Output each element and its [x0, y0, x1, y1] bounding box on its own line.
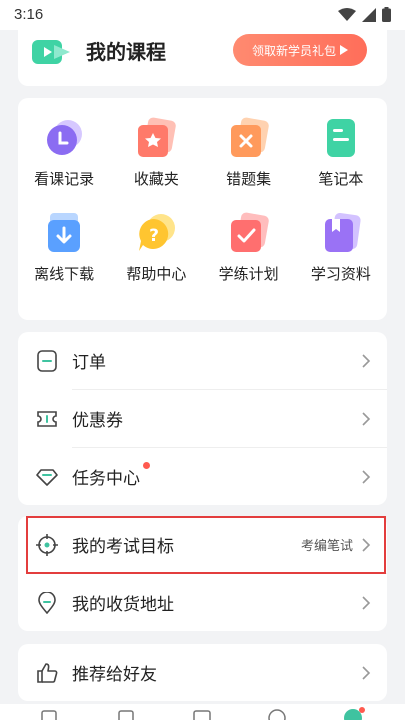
grid-item-wrong-answers[interactable]: 错题集	[203, 116, 295, 189]
svg-text:?: ?	[149, 226, 159, 246]
plan-check-icon	[230, 212, 269, 252]
row-orders[interactable]: 订单	[18, 332, 387, 389]
bottom-nav-bar	[0, 704, 405, 720]
grid-item-notebook[interactable]: 笔记本	[295, 116, 387, 189]
battery-icon	[382, 7, 391, 22]
grid-label: 学练计划	[218, 265, 279, 283]
wifi-icon	[338, 7, 356, 21]
chevron-right-icon	[362, 595, 371, 610]
row-label: 任务中心	[72, 469, 140, 489]
play-arrow-icon	[340, 45, 348, 55]
grid-item-study-plan[interactable]: 学练计划	[203, 211, 295, 284]
thumbs-up-icon	[37, 662, 58, 683]
notebook-icon	[326, 119, 355, 157]
task-diamond-icon	[36, 468, 58, 486]
nav-mine-icon[interactable]	[343, 707, 365, 720]
history-icon	[47, 120, 83, 155]
row-task-center[interactable]: 任务中心	[18, 448, 387, 505]
row-label: 优惠券	[72, 411, 123, 431]
account-list-card: 订单 优惠券 任务中心	[18, 332, 387, 505]
status-time: 3:16	[14, 6, 44, 23]
signal-icon	[362, 7, 376, 22]
download-icon	[48, 213, 81, 252]
chevron-right-icon	[362, 469, 371, 484]
grid-item-favorites[interactable]: 收藏夹	[110, 116, 202, 189]
my-course-card[interactable]: 我的课程 领取新学员礼包	[18, 24, 387, 86]
nav-course-icon[interactable]	[117, 709, 135, 720]
chevron-right-icon	[362, 411, 371, 426]
new-member-gift-button[interactable]: 领取新学员礼包	[233, 34, 367, 66]
row-label: 推荐给好友	[72, 665, 157, 685]
chevron-right-icon	[362, 353, 371, 368]
grid-label: 离线下载	[34, 265, 95, 283]
star-folder-icon	[138, 117, 177, 157]
grid-label: 笔记本	[318, 170, 364, 188]
shortcut-grid-card: 看课记录 收藏夹 错题集 笔记本 离线下载 ? 帮助中心 学练计划 学习资料	[18, 98, 387, 320]
chevron-right-icon	[362, 665, 371, 680]
grid-label: 收藏夹	[133, 170, 179, 188]
shortcut-grid: 看课记录 收藏夹 错题集 笔记本 离线下载 ? 帮助中心 学练计划 学习资料	[18, 116, 387, 284]
coupon-icon	[37, 410, 57, 427]
nav-study-icon[interactable]	[192, 709, 212, 720]
share-list-card: 推荐给好友	[18, 644, 387, 701]
grid-label: 学习资料	[310, 265, 371, 283]
grid-label: 帮助中心	[126, 265, 187, 283]
grid-label: 看课记录	[34, 170, 95, 188]
bookmark-icon	[324, 213, 361, 252]
grid-label: 错题集	[226, 170, 272, 188]
help-icon: ?	[139, 214, 176, 251]
nav-home-icon[interactable]	[40, 709, 58, 720]
row-coupons[interactable]: 优惠券	[18, 390, 387, 447]
grid-item-study-materials[interactable]: 学习资料	[295, 211, 387, 284]
selection-highlight	[26, 516, 386, 574]
row-label: 订单	[72, 353, 106, 373]
location-pin-icon	[38, 591, 56, 614]
row-shipping-address[interactable]: 我的收货地址	[18, 574, 387, 631]
status-icons	[338, 7, 391, 22]
wrong-answers-icon	[230, 117, 269, 157]
row-recommend-friends[interactable]: 推荐给好友	[18, 644, 387, 701]
nav-community-icon[interactable]	[268, 708, 286, 720]
course-video-icon	[32, 40, 70, 64]
promo-label: 领取新学员礼包	[251, 43, 336, 58]
row-label: 我的收货地址	[72, 595, 174, 615]
course-title: 我的课程	[86, 40, 166, 64]
grid-item-history[interactable]: 看课记录	[18, 116, 110, 189]
notification-dot	[143, 462, 150, 469]
grid-item-help-center[interactable]: ? 帮助中心	[110, 211, 202, 284]
grid-item-offline-download[interactable]: 离线下载	[18, 211, 110, 284]
order-icon	[37, 349, 57, 372]
